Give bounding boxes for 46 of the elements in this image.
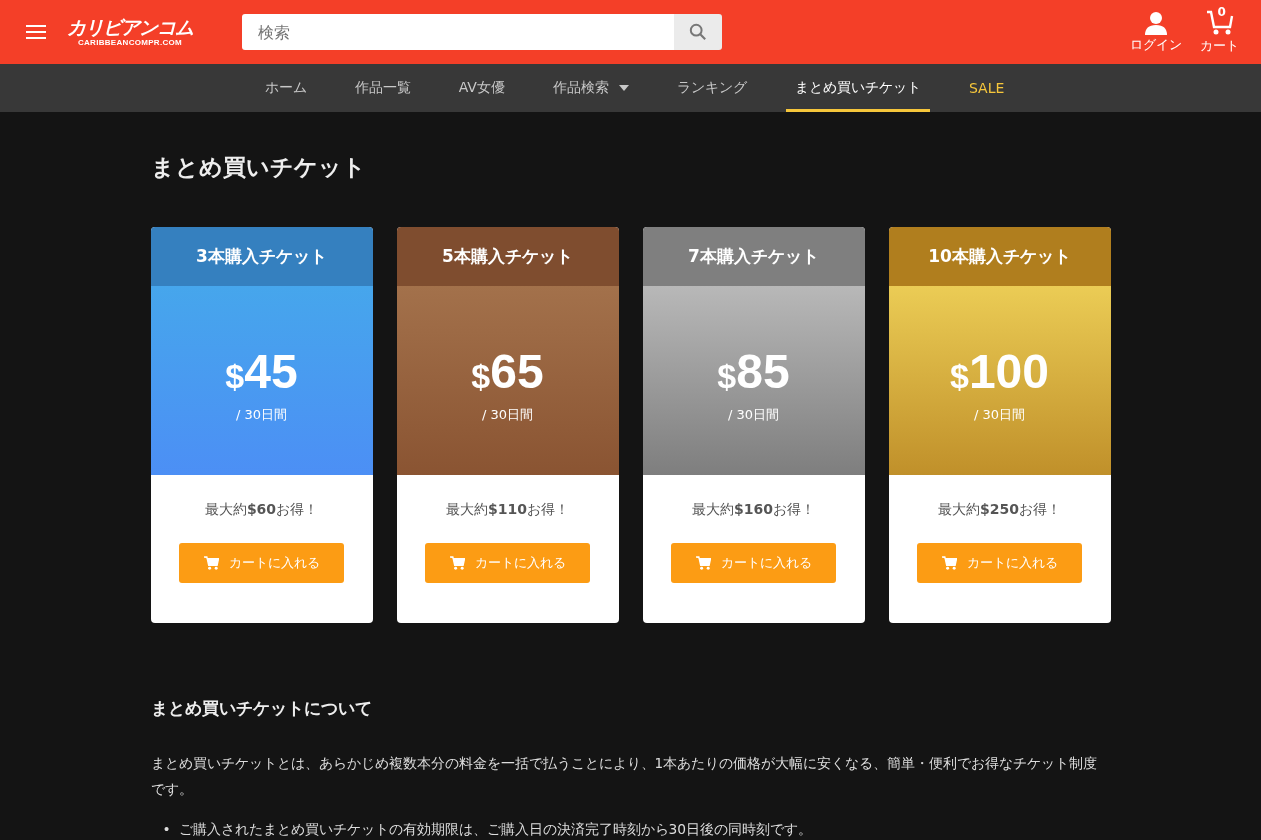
bullet-item: ご購入されたまとめ買いチケットの有効期限は、ご購入日の決済完了時刻から30日後の同時刻です。 [178, 820, 813, 839]
saving-text: 最大約$250お得！ [938, 501, 1061, 519]
saving-text: 最大約$160お得！ [692, 501, 815, 519]
logo-subtitle: CARIBBEANCOMPR.COM [77, 37, 183, 47]
price-period: / 30日間 [481, 405, 534, 424]
nav-tab[interactable]: ホーム [240, 64, 331, 112]
nav-tab[interactable]: 作品一覧 [330, 64, 435, 112]
cart-icon [941, 556, 957, 570]
price-amount: 45 [244, 347, 298, 396]
search-field[interactable]: 検索 [242, 14, 674, 50]
cart-icon [1205, 9, 1234, 36]
price-period: / 30日間 [727, 405, 780, 424]
price-amount: 85 [736, 347, 790, 396]
ticket-title: 10本購入チケット [928, 245, 1071, 268]
price-amount: 65 [490, 347, 544, 396]
cart-icon [449, 556, 465, 570]
price-amount: 100 [968, 347, 1049, 396]
ticket-title: 7本購入チケット [688, 245, 819, 268]
user-icon [1144, 10, 1168, 35]
ticket-title: 5本購入チケット [442, 245, 573, 268]
logo-title[interactable]: カリビアンコム [67, 17, 193, 38]
saving-text: 最大約$110お得！ [446, 501, 569, 519]
cart-icon [203, 556, 219, 570]
description-text: まとめ買いチケットとは、あらかじめ複数本分の料金を一括で払うことにより、1本あたりの価格が大幅に安くなる、簡単・便利でお得なチケット制度です。 [150, 754, 1099, 799]
login-button[interactable]: ログイン [1130, 10, 1182, 54]
page-title: まとめ買いチケット [150, 153, 367, 182]
section-heading: まとめ買いチケットについて [150, 697, 373, 720]
bullet-marker: • [162, 820, 172, 839]
menu-icon[interactable] [26, 25, 46, 39]
currency-sign: $ [950, 356, 969, 396]
search-button[interactable] [674, 14, 722, 50]
nav-tab[interactable]: SALE [944, 64, 1029, 112]
ticket-title: 3本購入チケット [196, 245, 327, 268]
nav-tab[interactable]: まとめ買いチケット [785, 64, 930, 112]
price-period: / 30日間 [235, 405, 288, 424]
nav-tab[interactable]: AV女優 [434, 64, 529, 112]
search-icon [689, 23, 707, 41]
currency-sign: $ [225, 356, 245, 396]
currency-sign: $ [717, 356, 737, 396]
cart-icon [695, 556, 711, 570]
saving-text: 最大約$60お得！ [204, 501, 319, 519]
price-period: / 30日間 [973, 405, 1026, 424]
nav-tab[interactable]: ランキング [652, 64, 771, 112]
currency-sign: $ [471, 356, 491, 396]
nav-tab[interactable]: 作品検索 [528, 64, 653, 112]
caret-icon [618, 85, 629, 91]
